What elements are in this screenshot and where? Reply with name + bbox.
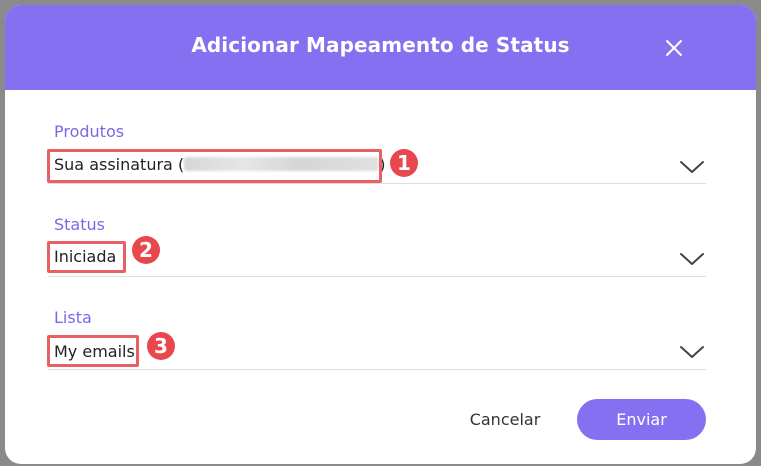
- cancel-button[interactable]: Cancelar: [455, 405, 555, 435]
- produtos-chevron-down-icon[interactable]: [679, 159, 705, 175]
- submit-button[interactable]: Enviar: [577, 399, 706, 440]
- close-icon[interactable]: [663, 37, 685, 59]
- status-chevron-down-icon[interactable]: [679, 251, 705, 267]
- dialog-title: Adicionar Mapeamento de Status: [191, 33, 570, 57]
- annotation-badge-3: 3: [147, 332, 175, 360]
- annotation-badge-2: 2: [132, 236, 160, 264]
- produtos-underline: [48, 183, 706, 184]
- status-underline: [48, 276, 706, 277]
- dialog-header: Adicionar Mapeamento de Status: [5, 5, 756, 90]
- highlight-box-3: [47, 335, 139, 367]
- highlight-box-1: [47, 149, 382, 183]
- lista-underline: [48, 369, 706, 370]
- lista-label: Lista: [54, 308, 92, 327]
- status-label: Status: [54, 215, 105, 234]
- status-mapping-dialog: Adicionar Mapeamento de Status Produtos …: [5, 5, 756, 464]
- annotation-badge-1: 1: [390, 149, 418, 177]
- lista-chevron-down-icon[interactable]: [679, 344, 705, 360]
- highlight-box-2: [47, 241, 126, 273]
- produtos-label: Produtos: [54, 122, 125, 141]
